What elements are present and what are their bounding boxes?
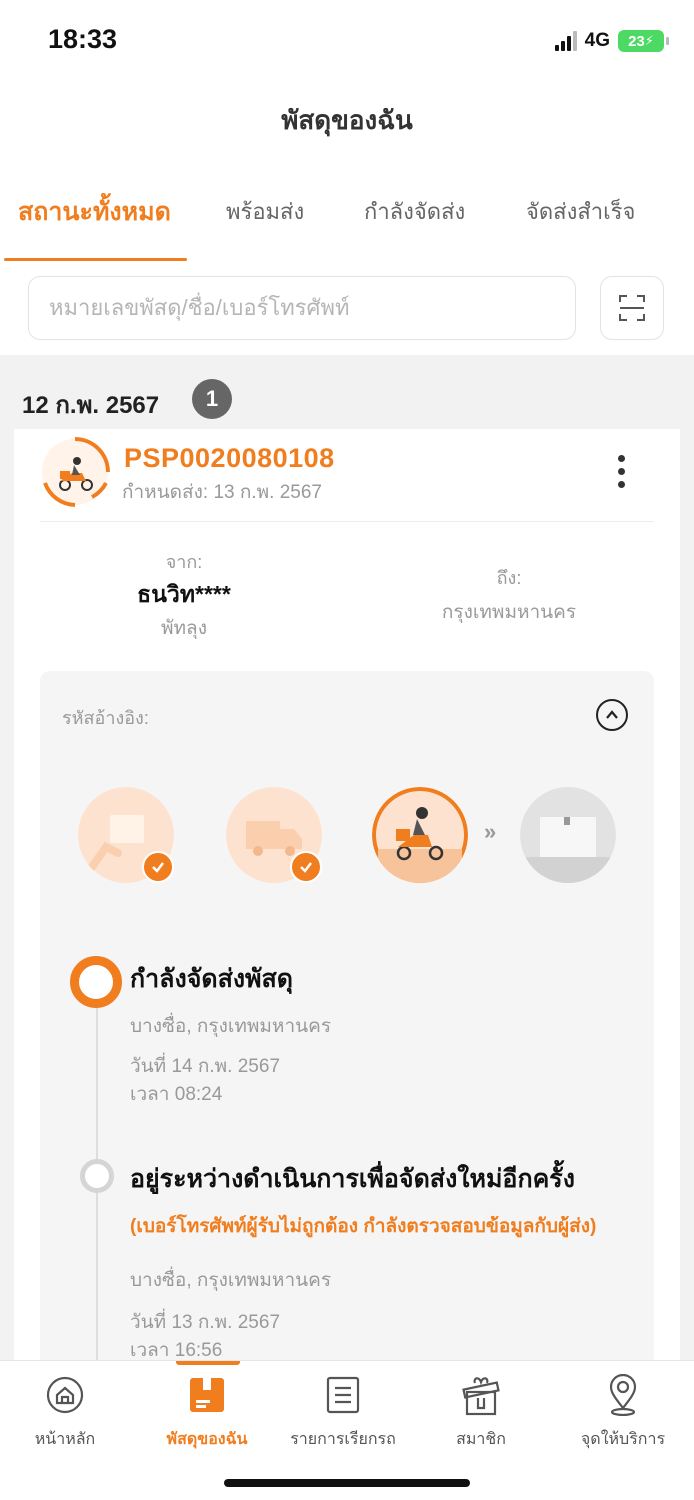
battery-level: 23 bbox=[628, 32, 645, 50]
location-pin-icon bbox=[609, 1374, 637, 1416]
more-dot bbox=[618, 468, 625, 475]
network-type: 4G bbox=[584, 30, 610, 51]
status-indicators: 4G 23 ⚡ bbox=[554, 30, 669, 52]
active-nav-indicator bbox=[176, 1361, 240, 1365]
nav-label: รายการเรียกรถ bbox=[290, 1431, 396, 1448]
nav-label: พัสดุของฉัน bbox=[166, 1431, 248, 1448]
gift-icon bbox=[462, 1377, 500, 1416]
parcel-card[interactable]: PSP0020080108 กำหนดส่ง: 13 ก.พ. 2567 จาก… bbox=[14, 429, 680, 1360]
nav-home[interactable]: หน้าหลัก bbox=[0, 1373, 130, 1452]
bottom-navigation: หน้าหลัก พัสดุของฉัน รายการเรียกรถ สมาชิ… bbox=[0, 1360, 694, 1500]
stage-arrow: » bbox=[484, 819, 497, 844]
home-indicator bbox=[224, 1479, 470, 1487]
tab-delivered[interactable]: จัดส่งสำเร็จ bbox=[526, 194, 635, 229]
active-tab-underline bbox=[4, 258, 187, 261]
more-dot bbox=[618, 455, 625, 462]
due-date: กำหนดส่ง: 13 ก.พ. 2567 bbox=[122, 482, 323, 503]
timeline-time: เวลา 08:24 bbox=[130, 1084, 223, 1105]
timeline-note: (เบอร์โทรศัพท์ผู้รับไม่ถูกต้อง กำลังตรวจ… bbox=[130, 1216, 597, 1237]
timeline-location: บางซื่อ, กรุงเทพมหานคร bbox=[130, 1270, 332, 1291]
signal-icon bbox=[554, 31, 577, 51]
search-box bbox=[28, 276, 576, 340]
scan-button[interactable] bbox=[600, 276, 664, 340]
from-city: พัทลุง bbox=[161, 618, 207, 639]
nav-my-parcels[interactable]: พัสดุของฉัน bbox=[142, 1373, 272, 1452]
timeline-location: บางซื่อ, กรุงเทพมหานคร bbox=[130, 1016, 332, 1037]
stage-delivered-icon bbox=[520, 787, 616, 883]
timeline-date: วันที่ 14 ก.พ. 2567 bbox=[130, 1056, 281, 1077]
parcel-list: 12 ก.พ. 2567 1 PSP0020080108 กำหนดส่ง: 1… bbox=[0, 355, 694, 1360]
sender-name: ธนวิท**** bbox=[137, 581, 231, 607]
timeline-time: เวลา 16:56 bbox=[130, 1340, 223, 1360]
stage-complete-check bbox=[142, 851, 174, 883]
date-group-header: 12 ก.พ. 2567 bbox=[22, 392, 160, 419]
tracking-detail-panel: รหัสอ้างอิง: » กำลังจัดส่งพัสดุ บางซื่อ,… bbox=[40, 671, 654, 1360]
status-bar: 18:33 4G 23 ⚡ bbox=[0, 0, 694, 80]
timeline-title: กำลังจัดส่งพัสดุ bbox=[130, 965, 294, 993]
search-input[interactable] bbox=[29, 277, 575, 339]
stage-complete-check bbox=[290, 851, 322, 883]
more-options-button[interactable] bbox=[610, 453, 633, 490]
nav-label: จุดให้บริการ bbox=[580, 1431, 666, 1448]
page-title: พัสดุของฉัน bbox=[281, 105, 413, 135]
tab-in-delivery[interactable]: กำลังจัดส่ง bbox=[364, 194, 465, 229]
to-city: กรุงเทพมหานคร bbox=[441, 602, 577, 623]
timeline-title: อยู่ระหว่างดำเนินการเพื่อจัดส่งใหม่อีกคร… bbox=[130, 1165, 575, 1193]
check-icon bbox=[152, 862, 164, 873]
nav-label: หน้าหลัก bbox=[34, 1431, 96, 1448]
battery-icon: 23 ⚡ bbox=[618, 30, 669, 52]
list-icon bbox=[326, 1376, 360, 1414]
tab-all-status[interactable]: สถานะทั้งหมด bbox=[18, 192, 171, 232]
count-badge: 1 bbox=[192, 379, 232, 419]
status-time: 18:33 bbox=[48, 24, 118, 54]
scan-icon bbox=[619, 295, 645, 321]
parcel-icon bbox=[190, 1378, 224, 1412]
nav-membership[interactable]: สมาชิก bbox=[416, 1373, 546, 1452]
tracking-number[interactable]: PSP0020080108 bbox=[124, 443, 335, 474]
collapse-button[interactable] bbox=[596, 699, 628, 731]
to-label: ถึง: bbox=[496, 568, 522, 588]
from-label: จาก: bbox=[165, 552, 203, 572]
status-tabs: สถานะทั้งหมด พร้อมส่ง กำลังจัดส่ง จัดส่ง… bbox=[0, 180, 694, 262]
reference-label: รหัสอ้างอิง: bbox=[62, 708, 149, 728]
nav-service-points[interactable]: จุดให้บริการ bbox=[558, 1373, 688, 1452]
parcel-status-avatar bbox=[42, 437, 110, 507]
stage-delivering-icon bbox=[372, 787, 468, 883]
check-icon bbox=[300, 862, 312, 873]
nav-pickup-requests[interactable]: รายการเรียกรถ bbox=[278, 1373, 408, 1452]
home-icon bbox=[46, 1376, 84, 1414]
chevron-up-icon bbox=[606, 710, 618, 719]
timeline-date: วันที่ 13 ก.พ. 2567 bbox=[130, 1312, 281, 1333]
timeline-dot bbox=[80, 1159, 114, 1193]
divider bbox=[40, 521, 654, 522]
more-dot bbox=[618, 481, 625, 488]
tab-ready-to-ship[interactable]: พร้อมส่ง bbox=[226, 194, 304, 229]
timeline-dot-current bbox=[70, 956, 122, 1008]
nav-label: สมาชิก bbox=[456, 1431, 506, 1448]
